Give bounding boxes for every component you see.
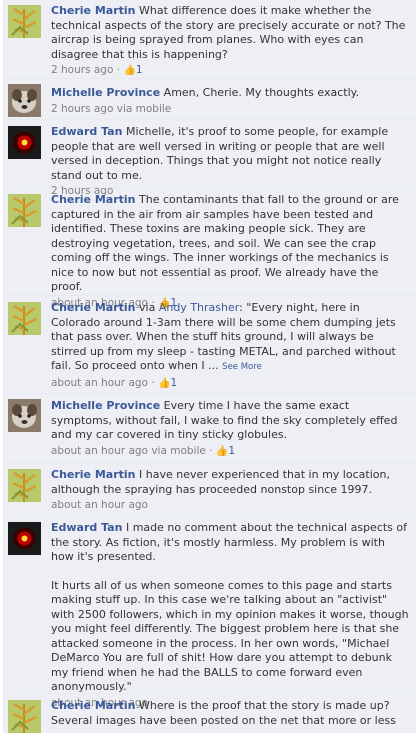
comment-item: Cherie Martin What difference does it ma… xyxy=(3,0,416,79)
comment-timestamp[interactable]: about an hour ago xyxy=(51,377,148,389)
avatar[interactable] xyxy=(8,194,41,227)
comment-timestamp[interactable]: 2 hours ago xyxy=(51,64,113,76)
comment-author[interactable]: Cherie Martin xyxy=(51,468,136,481)
comment-author[interactable]: Michelle Province xyxy=(51,399,160,412)
comment-meta: about an hour ago xyxy=(51,498,411,513)
via-label: via xyxy=(139,301,156,314)
comment-author[interactable]: Edward Tan xyxy=(51,125,122,138)
comment-item: Edward Tan Michelle, it's proof to some … xyxy=(3,120,416,197)
comment-timestamp[interactable]: about an hour ago xyxy=(51,499,148,511)
thumbs-up-icon[interactable]: 👍 xyxy=(123,65,135,76)
comment-meta: 2 hours ago · 👍1 xyxy=(51,63,411,79)
comment-author[interactable]: Michelle Province xyxy=(51,86,160,99)
comment-item: Cherie Martin Where is the proof that th… xyxy=(3,694,416,733)
comment-item: Cherie Martin I have never experienced t… xyxy=(3,463,416,516)
comment-text-paragraph: It hurts all of us when someone comes to… xyxy=(51,578,409,694)
comment-author[interactable]: Edward Tan xyxy=(51,521,122,534)
comment-via: via mobile xyxy=(116,102,172,115)
avatar[interactable] xyxy=(8,84,41,117)
like-count[interactable]: 1 xyxy=(136,64,143,76)
avatar[interactable] xyxy=(8,126,41,159)
avatar[interactable] xyxy=(8,399,41,432)
comment-via: via mobile xyxy=(151,444,206,457)
comment-meta: about an hour ago via mobile · 👍1 xyxy=(51,444,411,460)
like-count[interactable]: 1 xyxy=(228,445,235,457)
comment-author[interactable]: Cherie Martin xyxy=(51,4,136,17)
comment-timestamp[interactable]: about an hour ago xyxy=(51,445,148,457)
comment-author[interactable]: Cherie Martin xyxy=(51,699,136,712)
separator: · xyxy=(209,444,213,457)
separator: · xyxy=(151,376,155,389)
like-count[interactable]: 1 xyxy=(170,377,177,389)
avatar[interactable] xyxy=(8,700,41,733)
see-more-link[interactable]: See More xyxy=(222,362,262,372)
comment-meta: about an hour ago · 👍1 xyxy=(51,376,411,392)
thumbs-up-icon[interactable]: 👍 xyxy=(158,378,170,389)
comment-item: Michelle Province Every time I have the … xyxy=(3,394,416,463)
comment-author[interactable]: Cherie Martin xyxy=(51,193,136,206)
comment-item: Michelle Province Amen, Cherie. My thoug… xyxy=(3,79,416,120)
avatar[interactable] xyxy=(8,522,41,555)
comment-text: The contaminants that fall to the ground… xyxy=(51,193,399,293)
thumbs-up-icon[interactable]: 👍 xyxy=(216,446,228,457)
comment-thread: Cherie Martin What difference does it ma… xyxy=(3,0,416,733)
separator: · xyxy=(116,64,121,76)
comment-text: Amen, Cherie. My thoughts exactly. xyxy=(163,86,360,99)
avatar[interactable] xyxy=(8,469,41,502)
avatar[interactable] xyxy=(8,5,41,38)
via-link[interactable]: Andy Thrasher xyxy=(159,301,239,314)
comment-author[interactable]: Cherie Martin xyxy=(51,301,136,314)
comment-item: Cherie Martin via Andy Thrasher: "Every … xyxy=(3,296,416,394)
comment-meta: 2 hours ago via mobile xyxy=(51,102,411,117)
comment-timestamp[interactable]: 2 hours ago xyxy=(51,103,113,115)
comment-item: Cherie Martin The contaminants that fall… xyxy=(3,188,416,309)
comment-item: Edward Tan I made no comment about the t… xyxy=(3,516,416,709)
avatar[interactable] xyxy=(8,302,41,335)
